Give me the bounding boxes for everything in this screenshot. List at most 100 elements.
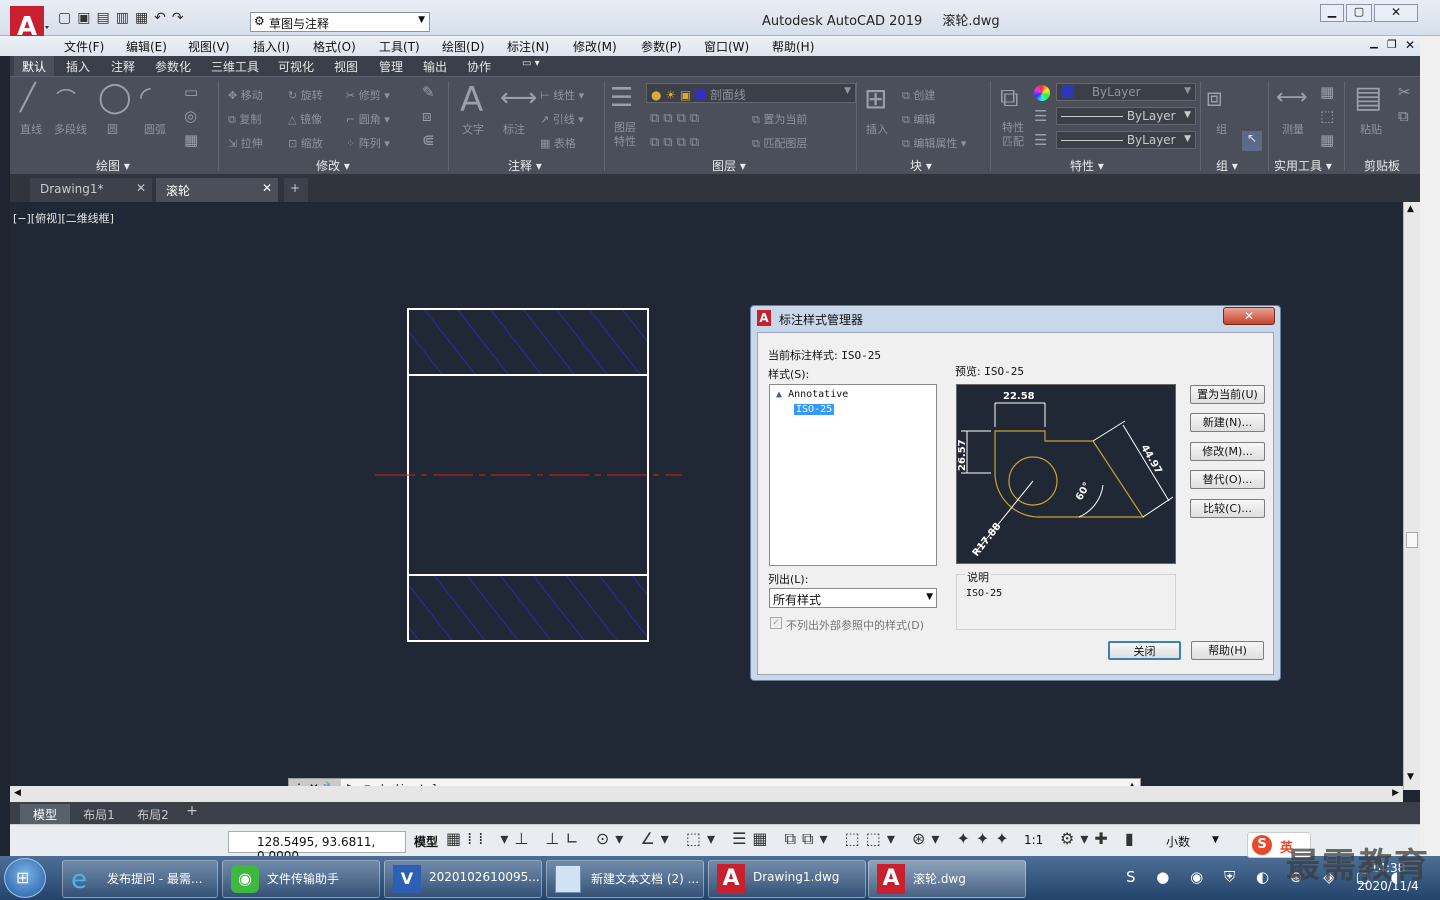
layout-tab-layout1[interactable]: 布局1: [74, 804, 124, 824]
taskbar-gunlun[interactable]: A 滚轮.dwg: [868, 860, 1026, 898]
maximize-button[interactable]: ▢: [1346, 4, 1372, 22]
ribbon-array[interactable]: ⁘ 阵列 ▾: [346, 135, 390, 151]
redo-icon[interactable]: ↷: [172, 10, 190, 26]
layer-dropdown[interactable]: ● ☀ ▣ 剖面线 ▼: [646, 83, 856, 103]
panel-title-group[interactable]: 组 ▾: [1216, 157, 1238, 174]
table-draw-icon[interactable]: ▦: [184, 133, 198, 148]
panel-title-utilities[interactable]: 实用工具 ▾: [1274, 157, 1332, 174]
annotation-scale[interactable]: 1:1: [1024, 833, 1043, 847]
close-icon[interactable]: ✕: [262, 181, 272, 195]
compare-style-button[interactable]: 比较(C)...: [1190, 499, 1265, 518]
dimension-icon[interactable]: ⟷: [500, 85, 537, 111]
panel-title-modify[interactable]: 修改 ▾: [316, 157, 350, 174]
panel-title-layers[interactable]: 图层 ▾: [712, 157, 746, 174]
ribbon-insert-block[interactable]: 插入: [866, 121, 888, 137]
save-as-icon[interactable]: ▥: [116, 10, 135, 26]
calculator-icon[interactable]: ▦: [1320, 85, 1334, 100]
erase-icon[interactable]: ✎: [422, 85, 435, 100]
styles-list[interactable]: ▲ Annotative ISO-25: [769, 384, 937, 566]
add-layout-button[interactable]: +: [182, 803, 202, 823]
ribbon-arc[interactable]: 圆弧: [144, 121, 166, 137]
ribbon-tab-parametric[interactable]: 参数化: [155, 58, 191, 75]
close-button[interactable]: ✕: [1374, 4, 1418, 22]
panel-title-annotation[interactable]: 注释 ▾: [508, 157, 542, 174]
taskbar-notepad[interactable]: 新建文本文档 (2) ...: [546, 860, 704, 898]
doc-minimize-icon[interactable]: ▁: [1370, 38, 1378, 49]
ribbon-match-layer[interactable]: ⧉ 匹配图层: [752, 135, 807, 151]
menu-item-tools[interactable]: 工具(T): [379, 38, 420, 55]
menu-item-format[interactable]: 格式(O): [313, 38, 356, 55]
layer-tool-icons[interactable]: ⧉⧉⧉⧉: [650, 111, 703, 126]
horizontal-scrollbar[interactable]: ◀ ▶: [10, 786, 1403, 802]
panel-title-properties[interactable]: 特性 ▾: [1070, 157, 1104, 174]
lineweight-dropdown[interactable]: ByLayer ▼: [1056, 131, 1196, 149]
dialog-title-bar[interactable]: A 标注样式管理器 ✕: [751, 306, 1280, 330]
ribbon-dimension[interactable]: 标注: [503, 121, 525, 137]
start-button[interactable]: ⊞: [4, 858, 46, 898]
taskbar-browser[interactable]: e 发布提问 - 最需...: [62, 860, 218, 898]
ribbon-paste[interactable]: 粘贴: [1360, 121, 1382, 137]
polyline-icon[interactable]: ⌒: [56, 89, 76, 109]
line-icon[interactable]: ╱: [20, 85, 36, 111]
layout-tab-layout2[interactable]: 布局2: [128, 804, 178, 824]
scroll-right-icon[interactable]: ▶: [1392, 788, 1399, 798]
ribbon-scale[interactable]: ⊡ 缩放: [288, 135, 323, 151]
ribbon-stretch[interactable]: ⇲ 拉伸: [228, 135, 263, 151]
ribbon-group[interactable]: 组: [1216, 121, 1227, 137]
panel-title-clipboard[interactable]: 剪贴板: [1364, 157, 1400, 174]
ribbon-table[interactable]: ▦ 表格: [540, 135, 576, 151]
doc-tab-gunlun[interactable]: 滚轮 ✕: [156, 178, 278, 202]
menu-item-parametric[interactable]: 参数(P): [641, 38, 682, 55]
help-button[interactable]: 帮助(H): [1191, 641, 1264, 660]
chevron-down-icon[interactable]: ▼: [1212, 835, 1219, 845]
units-dropdown[interactable]: 小数: [1166, 833, 1190, 850]
linetype-dropdown[interactable]: ByLayer ▼: [1056, 107, 1196, 125]
ribbon-tab-collaborate[interactable]: 协作: [467, 58, 491, 75]
ribbon-trim[interactable]: ✂ 修剪 ▾: [346, 87, 390, 103]
ribbon-measure[interactable]: 测量: [1282, 121, 1304, 137]
menu-item-modify[interactable]: 修改(M): [573, 38, 617, 55]
ribbon-edit-attributes[interactable]: ⧉ 编辑属性 ▾: [902, 135, 966, 151]
ribbon-tab-manage[interactable]: 管理: [379, 58, 403, 75]
menu-item-window[interactable]: 窗口(W): [704, 38, 749, 55]
list-icon-2[interactable]: ☰: [1034, 133, 1047, 148]
offset-icon[interactable]: ⋐: [422, 133, 435, 148]
menu-item-dimension[interactable]: 标注(N): [507, 38, 549, 55]
modify-style-button[interactable]: 修改(M)...: [1190, 442, 1265, 461]
model-space-toggle[interactable]: 模型: [414, 833, 438, 850]
doc-restore-icon[interactable]: ❐: [1387, 38, 1397, 51]
menu-item-help[interactable]: 帮助(H): [772, 38, 814, 55]
ribbon-set-current[interactable]: ⧉ 置为当前: [752, 111, 807, 127]
minimize-button[interactable]: ▁: [1320, 4, 1344, 22]
ribbon-tab-insert[interactable]: 插入: [66, 58, 90, 75]
ribbon-fillet[interactable]: ⌐ 圆角 ▾: [346, 111, 390, 127]
ribbon-text[interactable]: 文字: [462, 121, 484, 137]
ribbon-tab-annotate[interactable]: 注释: [111, 58, 135, 75]
dialog-close-button[interactable]: ✕: [1223, 307, 1275, 325]
select-all-icon[interactable]: ⬚: [1320, 109, 1334, 124]
ribbon-layer-properties[interactable]: 图层特性: [614, 121, 638, 149]
text-icon[interactable]: A: [460, 83, 483, 117]
panel-title-draw[interactable]: 绘图 ▾: [96, 157, 130, 174]
ribbon-tab-view[interactable]: 视图: [334, 58, 358, 75]
print-icon[interactable]: ▦: [135, 10, 154, 26]
ribbon-edit-block[interactable]: ⧉ 编辑: [902, 111, 935, 127]
grid-icon[interactable]: ▦: [1320, 133, 1334, 148]
menu-item-file[interactable]: 文件(F): [64, 38, 104, 55]
ribbon-create-block[interactable]: ⧉ 创建: [902, 87, 935, 103]
coordinates[interactable]: 128.5495, 93.6811, 0.0000: [228, 831, 406, 863]
ribbon-line[interactable]: 直线: [20, 121, 42, 137]
ribbon-copy[interactable]: ⧉ 复制: [228, 111, 261, 127]
vertical-scrollbar[interactable]: ▲ ▼: [1403, 202, 1420, 790]
taskbar-wechat[interactable]: ◉ 文件传输助手: [222, 860, 380, 898]
scroll-thumb[interactable]: [1406, 532, 1418, 548]
scroll-left-icon[interactable]: ◀: [14, 788, 21, 798]
ribbon-move[interactable]: ✥ 移动: [228, 87, 263, 103]
color-dropdown[interactable]: ByLayer ▼: [1056, 83, 1196, 101]
circle-icon[interactable]: ◯: [98, 83, 132, 113]
ribbon-tab-output[interactable]: 输出: [423, 58, 447, 75]
doc-close-icon[interactable]: ✕: [1405, 38, 1415, 52]
cut-icon[interactable]: ✂: [1398, 85, 1411, 100]
new-tab-button[interactable]: +: [284, 178, 308, 202]
ribbon-mirror[interactable]: △ 镜像: [288, 111, 322, 127]
